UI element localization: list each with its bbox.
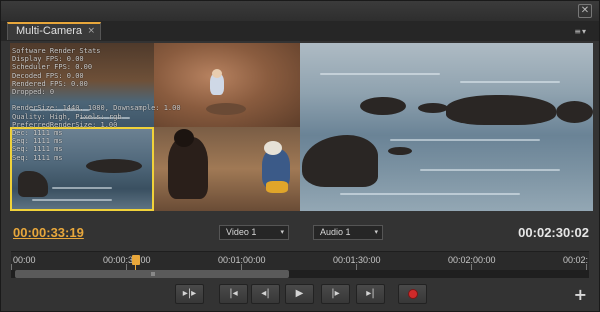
step-back-button[interactable]: ◂| [251, 284, 280, 304]
panel-menu-glyph: ≡ [574, 27, 581, 36]
camera-3-preview-active[interactable] [10, 127, 154, 211]
video-track-value: Video 1 [226, 227, 257, 237]
scrollbar-grip [151, 272, 155, 276]
go-to-next-edit-button[interactable]: ▸| [356, 284, 385, 304]
ruler-label: 00:02: [563, 255, 589, 265]
duration-timecode: 00:02:30:02 [518, 225, 589, 240]
playhead-handle[interactable] [132, 255, 140, 265]
multicam-monitor: Software Render Stats Display FPS: 0.00 … [10, 43, 593, 211]
tab-close-icon[interactable]: × [87, 24, 95, 39]
record-icon [407, 289, 418, 299]
camera-1-preview[interactable] [10, 43, 154, 127]
title-bar: ✕ [1, 1, 599, 22]
video-track-select[interactable]: Video 1 ▾ [219, 225, 289, 240]
tab-row: Multi-Camera × [1, 21, 599, 41]
panel-menu-icon[interactable]: ≡▾ [574, 25, 587, 39]
ruler-label: 00:00 [13, 255, 36, 265]
chevron-down-icon: ▾ [280, 228, 284, 236]
close-icon[interactable]: ✕ [578, 4, 592, 18]
record-button[interactable] [398, 284, 427, 304]
tab-multi-camera[interactable]: Multi-Camera × [7, 22, 102, 40]
control-bar: 00:00:33:19 Video 1 ▾ Audio 1 ▾ 00:02:30… [1, 215, 599, 311]
camera-2-preview[interactable] [154, 43, 300, 127]
tab-label: Multi-Camera [16, 25, 83, 37]
audio-track-select[interactable]: Audio 1 ▾ [313, 225, 383, 240]
audio-track-value: Audio 1 [320, 227, 351, 237]
program-monitor[interactable] [300, 43, 593, 211]
multi-camera-window: ✕ Multi-Camera × ≡▾ Software Render Stat… [0, 0, 600, 312]
trim-button[interactable]: ▸|▸ [175, 284, 204, 304]
chevron-down-icon: ▾ [374, 228, 378, 236]
time-ruler[interactable]: 00:00 00:00:30:00 00:01:00:00 00:01:30:0… [11, 251, 589, 270]
play-button[interactable]: ▶ [285, 284, 314, 304]
camera-4-preview[interactable] [154, 127, 300, 211]
scrollbar-thumb[interactable] [15, 270, 289, 278]
step-forward-button[interactable]: |▸ [321, 284, 350, 304]
add-button-icon[interactable]: + [574, 285, 587, 304]
go-to-previous-edit-button[interactable]: |◂ [219, 284, 248, 304]
zoom-scrollbar[interactable] [11, 270, 589, 278]
current-timecode[interactable]: 00:00:33:19 [13, 225, 84, 240]
panel-menu-arrow: ▾ [581, 27, 586, 36]
